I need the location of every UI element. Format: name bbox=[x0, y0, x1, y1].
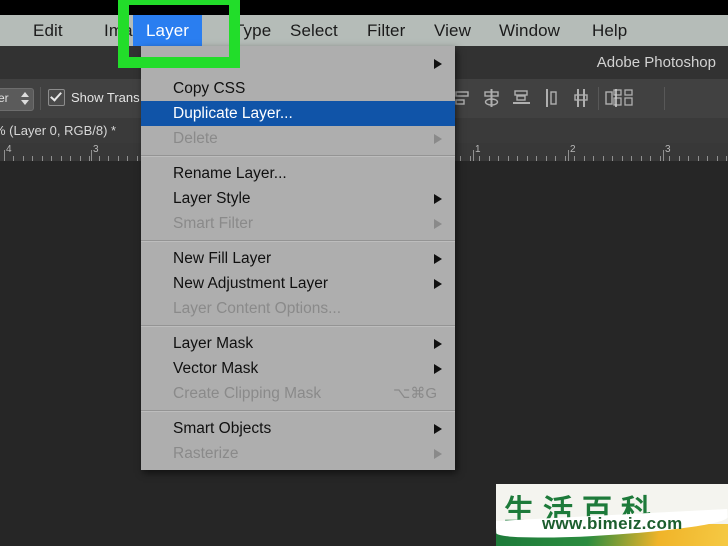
menu-item-rename-layer[interactable]: Rename Layer... bbox=[141, 161, 455, 186]
submenu-arrow-icon bbox=[434, 448, 442, 459]
menu-view[interactable]: View bbox=[434, 15, 471, 46]
menu-item-label: Copy CSS bbox=[173, 80, 246, 97]
menu-separator bbox=[141, 325, 455, 327]
align-horizontal-centers-icon[interactable] bbox=[482, 87, 501, 109]
ruler-tick bbox=[473, 150, 474, 161]
menu-item-layer-mask[interactable]: Layer Mask bbox=[141, 331, 455, 356]
menu-item-label: New Adjustment Layer bbox=[173, 275, 329, 292]
menu-item-label: Delete bbox=[173, 130, 218, 147]
menu-item-shortcut: ⌥⌘G bbox=[393, 385, 437, 402]
align-vertical-centers-icon[interactable] bbox=[572, 87, 591, 109]
menu-item-delete: Delete bbox=[141, 126, 455, 151]
distribute-icon[interactable] bbox=[612, 87, 633, 109]
menu-filter[interactable]: Filter bbox=[367, 15, 405, 46]
submenu-arrow-icon bbox=[434, 423, 442, 434]
toolbar-divider-3 bbox=[664, 87, 665, 110]
submenu-arrow-icon bbox=[434, 278, 442, 289]
align-right-edges-icon[interactable] bbox=[512, 87, 531, 109]
submenu-arrow-icon bbox=[434, 363, 442, 374]
menu-item-layer-style[interactable]: Layer Style bbox=[141, 186, 455, 211]
menu-type[interactable]: Type bbox=[234, 15, 271, 46]
mode-select[interactable]: er bbox=[0, 88, 34, 111]
submenu-arrow-icon bbox=[434, 133, 442, 144]
menu-item-new-adjustment-layer[interactable]: New Adjustment Layer bbox=[141, 271, 455, 296]
menu-item-label: Layer Content Options... bbox=[173, 300, 342, 317]
mode-select-value: er bbox=[0, 91, 9, 105]
menu-item-duplicate-layer[interactable]: Duplicate Layer... bbox=[141, 101, 455, 126]
watermark-url: www.bimeiz.com bbox=[542, 514, 683, 533]
menu-item-smart-objects[interactable]: Smart Objects bbox=[141, 416, 455, 441]
menu-item-create-clipping-mask: Create Clipping Mask ⌥⌘G bbox=[141, 381, 455, 406]
submenu-arrow-icon bbox=[434, 218, 442, 229]
menu-item-label: Create Clipping Mask bbox=[173, 385, 322, 402]
show-transform-controls-label: Show Trans bbox=[71, 90, 140, 105]
menu-item-label: Rasterize bbox=[173, 445, 239, 462]
layer-dropdown-menu[interactable]: New Copy CSS Duplicate Layer... Delete Renam… bbox=[141, 46, 455, 470]
menu-item-label: Layer Mask bbox=[173, 335, 254, 352]
window-top-strip bbox=[0, 0, 728, 15]
menu-bar: Edit Image Layer Type Select Filter View Window… bbox=[0, 15, 728, 46]
ruler-number: 2 bbox=[570, 144, 576, 155]
menu-item-label: Smart Filter bbox=[173, 215, 254, 232]
menu-select[interactable]: Select bbox=[290, 15, 338, 46]
menu-edit[interactable]: Edit bbox=[33, 15, 63, 46]
show-transform-controls-checkbox[interactable]: Show Trans bbox=[48, 89, 140, 106]
menu-separator bbox=[141, 155, 455, 157]
menu-item-layer-content-options: Layer Content Options... bbox=[141, 296, 455, 321]
toolbar-divider-2 bbox=[598, 87, 599, 110]
ruler-number: 3 bbox=[93, 144, 99, 155]
distribute-icon-group bbox=[612, 87, 633, 109]
document-status-label: % (Layer 0, RGB/8) * bbox=[0, 123, 117, 138]
checkbox-checked-icon[interactable] bbox=[48, 89, 65, 106]
ruler-tick bbox=[91, 150, 92, 161]
menu-item-label: New bbox=[173, 55, 205, 72]
menu-window[interactable]: Window bbox=[499, 15, 560, 46]
ruler-tick bbox=[568, 150, 569, 161]
menu-separator bbox=[141, 240, 455, 242]
submenu-arrow-icon bbox=[434, 338, 442, 349]
menu-item-copy-css[interactable]: Copy CSS bbox=[141, 76, 455, 101]
ruler-tick bbox=[663, 150, 664, 161]
watermark: 生活百科 www.bimeiz.com bbox=[496, 484, 728, 546]
menu-item-label: Rename Layer... bbox=[173, 165, 287, 182]
submenu-arrow-icon bbox=[434, 253, 442, 264]
menu-separator bbox=[141, 410, 455, 412]
menu-item-label: Smart Objects bbox=[173, 420, 272, 437]
ruler-number: 3 bbox=[665, 144, 671, 155]
menu-item-new[interactable]: New bbox=[141, 51, 455, 76]
menu-item-vector-mask[interactable]: Vector Mask bbox=[141, 356, 455, 381]
menu-item-new-fill-layer[interactable]: New Fill Layer bbox=[141, 246, 455, 271]
menu-item-smart-filter: Smart Filter bbox=[141, 211, 455, 236]
menu-item-label: Layer Style bbox=[173, 190, 251, 207]
ruler-number: 1 bbox=[475, 144, 481, 155]
align-top-edges-icon[interactable] bbox=[542, 87, 561, 109]
menu-item-label: Duplicate Layer... bbox=[173, 105, 293, 122]
submenu-arrow-icon bbox=[434, 58, 442, 69]
menu-item-rasterize: Rasterize bbox=[141, 441, 455, 466]
ruler-number: 4 bbox=[6, 144, 12, 155]
menu-item-label: Vector Mask bbox=[173, 360, 259, 377]
ruler-tick bbox=[4, 150, 5, 161]
menu-item-label: New Fill Layer bbox=[173, 250, 272, 267]
toolbar-divider bbox=[40, 87, 41, 110]
menu-help[interactable]: Help bbox=[592, 15, 627, 46]
menu-layer[interactable]: Layer bbox=[133, 15, 203, 46]
application-title: Adobe Photoshop bbox=[596, 54, 716, 71]
submenu-arrow-icon bbox=[434, 193, 442, 204]
stepper-icon[interactable] bbox=[21, 92, 29, 107]
align-icon-group bbox=[452, 87, 621, 109]
